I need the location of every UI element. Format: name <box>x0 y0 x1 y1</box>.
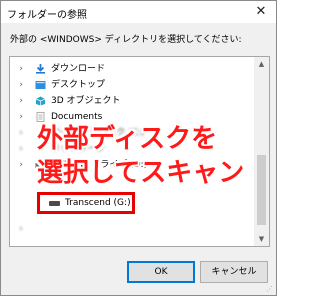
download-arrow-icon <box>36 64 45 74</box>
ok-button[interactable]: OK <box>127 261 195 283</box>
title-bar: フォルダーの参照 ✕ <box>1 1 276 23</box>
chevron-right-icon[interactable]: › <box>16 141 26 157</box>
tree-item-blurred[interactable]: › <box>10 221 250 237</box>
chevron-right-icon[interactable]: › <box>16 93 26 109</box>
chevron-right-icon[interactable]: › <box>16 221 26 237</box>
chevron-right-icon[interactable]: › <box>16 77 26 93</box>
cancel-button[interactable]: キャンセル <box>200 261 268 283</box>
3d-objects-icon <box>35 96 46 106</box>
close-icon[interactable]: ✕ <box>250 2 272 22</box>
chevron-right-icon[interactable]: › <box>16 157 26 173</box>
scroll-up-icon[interactable]: ▲ <box>254 57 269 71</box>
annotation-overlay: 外部ディスクを 選択してスキャン <box>37 122 273 190</box>
tree-item-downloads[interactable]: › ダウンロード <box>10 61 250 77</box>
instruction-text: 外部の <WINDOWS> ディレクトリを選択してください: <box>10 35 242 45</box>
chevron-right-icon[interactable]: › <box>16 125 26 141</box>
tree-item-label: ダウンロード <box>51 64 106 74</box>
tree-item-3d-objects[interactable]: › 3D オブジェクト <box>10 93 250 109</box>
annotation-line-2: 選択してスキャン <box>37 158 245 188</box>
desktop-folder-icon <box>35 81 46 89</box>
resize-grip-icon[interactable]: ⋰ <box>266 285 274 293</box>
dialog-title: フォルダーの参照 <box>7 10 87 21</box>
tree-item-transcend-selected[interactable]: Transcend (G:) <box>37 192 135 214</box>
tree-item-label: Transcend (G:) <box>65 198 131 208</box>
documents-icon <box>36 112 45 122</box>
chevron-right-icon[interactable]: › <box>16 109 26 125</box>
tree-item-label: デスクトップ <box>51 80 106 90</box>
folder-browse-dialog: フォルダーの参照 ✕ 外部の <WINDOWS> ディレクトリを選択してください… <box>0 0 277 296</box>
tree-item-desktop[interactable]: › デスクトップ <box>10 77 250 93</box>
usb-drive-icon <box>49 201 60 206</box>
annotation-line-1: 外部ディスクを <box>37 124 218 154</box>
tree-item-label: 3D オブジェクト <box>51 96 121 106</box>
scroll-down-icon[interactable]: ▼ <box>254 232 269 246</box>
chevron-right-icon[interactable]: › <box>16 61 26 77</box>
